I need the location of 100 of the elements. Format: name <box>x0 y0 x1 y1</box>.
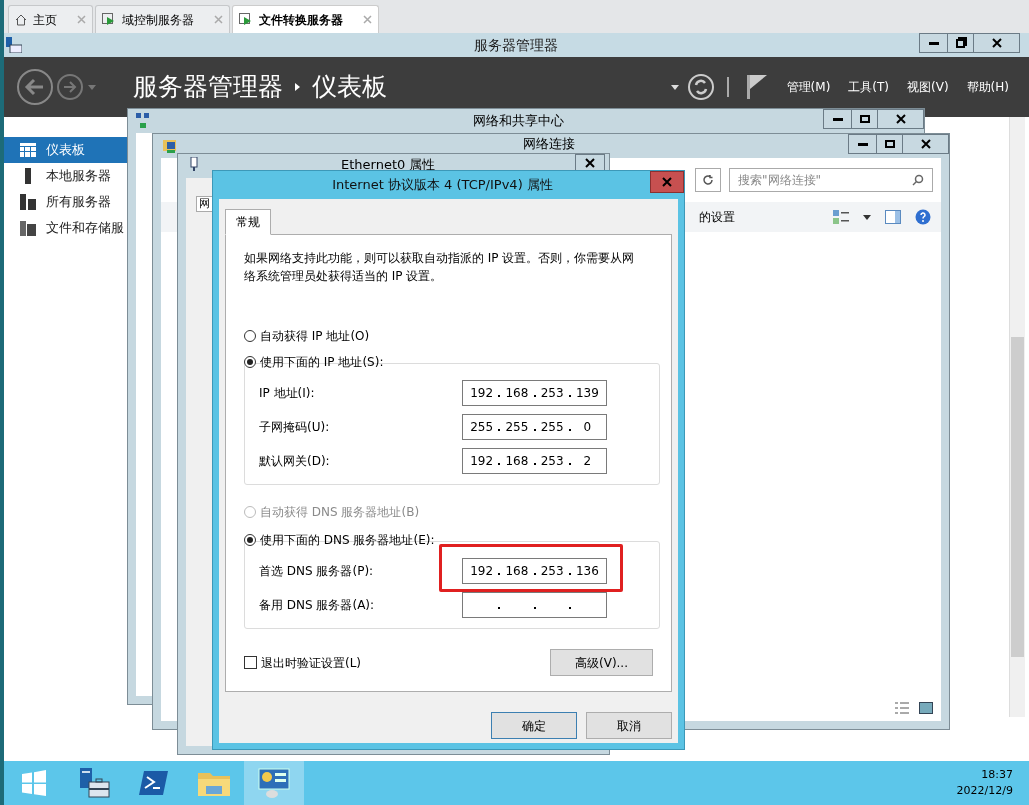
control-panel-icon[interactable] <box>257 767 291 799</box>
field-label: 首选 DNS 服务器(P): <box>259 563 374 580</box>
octet-text: 168 <box>505 564 529 578</box>
sidebar-item[interactable]: 文件和存储服 <box>4 215 128 241</box>
dot-separator <box>568 573 571 575</box>
menu-item[interactable]: 工具(T) <box>848 78 890 96</box>
dot-separator <box>568 429 571 431</box>
close-icon <box>585 158 595 168</box>
close-icon <box>895 114 906 124</box>
clock-date: 2022/12/9 <box>956 783 1013 799</box>
dot-separator <box>533 607 536 609</box>
menu-item[interactable]: 管理(M) <box>786 78 831 96</box>
sidebar-item[interactable]: 本地服务器 <box>4 163 128 189</box>
field-label: IP 地址(I): <box>259 385 315 402</box>
ip-address-field[interactable]: 192 168 253 136 <box>462 558 607 584</box>
browser-tab[interactable]: 文件转换服务器 <box>232 5 379 33</box>
octet-text: 255 <box>470 420 494 434</box>
help-icon[interactable] <box>915 209 931 225</box>
dot-separator <box>498 463 501 465</box>
dot-separator <box>568 463 571 465</box>
network-folder-icon <box>163 138 179 154</box>
search-field[interactable]: 搜索"网络连接" <box>729 168 933 192</box>
radio-label: 使用下面的 IP 地址(S): <box>260 355 384 369</box>
ip-address-field[interactable]: 255 255 255 0 <box>462 414 607 440</box>
flag-icon[interactable] <box>746 75 767 99</box>
octet-text: 255 <box>540 420 564 434</box>
grid-icon <box>20 143 36 157</box>
dot-separator <box>533 573 536 575</box>
refresh-icon[interactable] <box>686 73 715 101</box>
advanced-button[interactable]: 高级(V)... <box>550 649 653 676</box>
remote-desktop-icon <box>102 12 116 27</box>
octet-text: 192 <box>470 454 494 468</box>
menu-item[interactable]: 视图(V) <box>907 78 949 96</box>
octet-text: 253 <box>540 564 564 578</box>
server-toolbox-icon <box>6 37 22 53</box>
window-title: 网络和共享中心 <box>473 112 564 131</box>
preview-pane-icon[interactable] <box>885 210 901 224</box>
radio-label: 使用下面的 DNS 服务器地址(E): <box>260 533 435 547</box>
browser-tab[interactable]: 主页 <box>8 5 93 33</box>
checkbox[interactable] <box>244 656 257 669</box>
view-options-icon[interactable] <box>833 210 849 224</box>
octet-text: 139 <box>575 386 599 400</box>
dialog-tab[interactable]: 常规 <box>225 209 271 235</box>
ip-address-field[interactable] <box>462 592 607 618</box>
search-icon <box>912 174 924 186</box>
radio-button[interactable] <box>244 330 256 342</box>
toolbar-link[interactable]: 的设置 <box>699 208 735 226</box>
refresh-button[interactable] <box>695 168 721 192</box>
radio-button[interactable] <box>244 534 256 546</box>
dot-separator <box>498 573 501 575</box>
servers-icon <box>20 194 36 210</box>
field-label: 默认网关(D): <box>259 453 330 470</box>
dropdown-icon[interactable] <box>863 214 871 220</box>
octet-text: 2 <box>583 454 592 468</box>
clock-time: 18:37 <box>981 767 1013 783</box>
storage-icon <box>20 220 36 236</box>
server-toolbox-icon[interactable] <box>77 766 111 800</box>
window-title: 网络连接 <box>523 136 575 151</box>
dialog-button[interactable]: 确定 <box>491 712 577 739</box>
scrollbar[interactable] <box>1009 117 1025 717</box>
forward-icon[interactable] <box>56 73 84 101</box>
back-icon[interactable] <box>16 68 54 106</box>
field-label: 备用 DNS 服务器(A): <box>259 597 375 614</box>
dot-separator <box>498 607 501 609</box>
network-icon <box>136 113 150 129</box>
breadcrumb-root[interactable]: 服务器管理器 <box>133 68 283 106</box>
octet-text: 253 <box>540 386 564 400</box>
radio-button[interactable] <box>244 356 256 368</box>
octet-text: 255 <box>505 420 529 434</box>
ip-address-field[interactable]: 192 168 253 2 <box>462 448 607 474</box>
octet-text: 168 <box>505 386 529 400</box>
dot-separator <box>533 395 536 397</box>
octet-text: 0 <box>583 420 592 434</box>
dot-separator <box>498 429 501 431</box>
dot-separator <box>568 395 571 397</box>
ip-address-field[interactable]: 192 168 253 139 <box>462 380 607 406</box>
close-icon <box>662 177 672 187</box>
large-icons-view-icon[interactable] <box>919 702 933 714</box>
radio-label: 自动获得 DNS 服务器地址(B) <box>260 505 420 519</box>
close-icon <box>920 139 931 149</box>
dialog-title: Internet 协议版本 4 (TCP/IPv4) 属性 <box>332 176 553 195</box>
terminal-icon[interactable] <box>139 770 169 796</box>
description-text: 如果网络支持此功能，则可以获取自动指派的 IP 设置。否则，你需要从网络系统管理员处获得适当的 IP 设置。 <box>244 250 636 285</box>
remote-desktop-icon <box>239 12 253 27</box>
octet-text: 192 <box>470 386 494 400</box>
menu-item[interactable]: 帮助(H) <box>966 78 1009 96</box>
dropdown-icon[interactable] <box>670 84 679 90</box>
sidebar-item[interactable]: 仪表板 <box>4 137 128 163</box>
window-title: Ethernet0 属性 <box>341 157 436 173</box>
sidebar-item[interactable]: 所有服务器 <box>4 189 128 215</box>
octet-text: 168 <box>505 454 529 468</box>
browser-tab[interactable]: 域控制服务器 <box>95 5 230 33</box>
dot-separator <box>533 429 536 431</box>
dot-separator <box>533 463 536 465</box>
radio-label: 自动获得 IP 地址(O) <box>260 329 370 343</box>
chevron-icon <box>295 83 300 91</box>
checkbox-label: 退出时验证设置(L) <box>261 654 362 672</box>
dot-separator <box>568 607 571 609</box>
close-icon <box>991 38 1002 48</box>
dialog-button[interactable]: 取消 <box>586 712 672 739</box>
